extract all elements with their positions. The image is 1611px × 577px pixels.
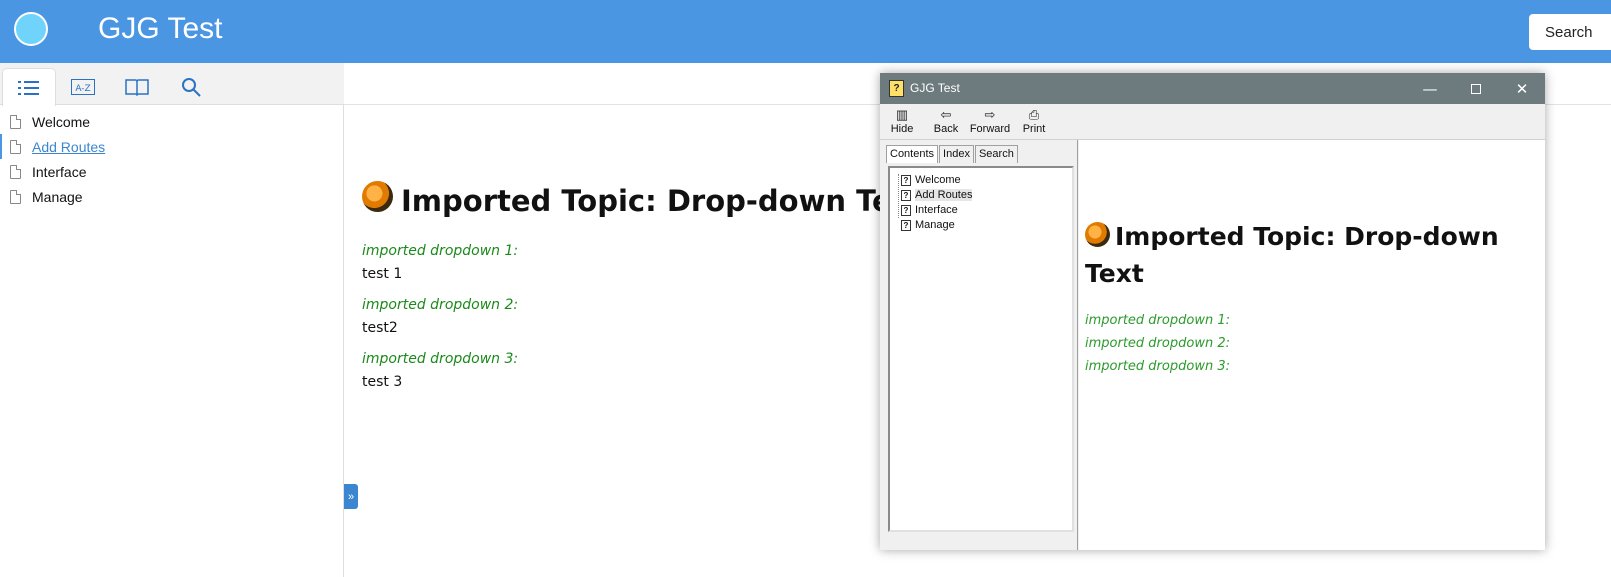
toc-list: Welcome Add Routes Interface Manage (0, 109, 343, 209)
sidebar: A-Z Welcome Add Routes Interface Manage (0, 63, 344, 577)
print-label: Print (1022, 123, 1046, 135)
toc-item-label: Manage (32, 188, 83, 205)
printer-icon: ⎙ (1028, 107, 1040, 122)
close-button[interactable]: ✕ (1499, 73, 1545, 104)
tab-contents[interactable] (2, 68, 56, 106)
hide-button[interactable]: ▥ Hide (880, 107, 924, 135)
flower-icon (1085, 222, 1110, 247)
chm-dropdown-label-3[interactable]: imported dropdown 3: (1085, 359, 1230, 374)
dropdown-label-2[interactable]: imported dropdown 2: (362, 297, 924, 313)
chm-navigation-pane: Contents Index Search ? Welcome ? Add Rout… (880, 140, 1078, 550)
topic-content: Imported Topic: Drop-down Text imported … (362, 180, 925, 390)
flower-icon (362, 180, 393, 212)
help-topic-icon: ? (901, 219, 911, 231)
chm-tree-item-interface[interactable]: ? Interface (890, 203, 1072, 217)
topic-title-text: Imported Topic: Drop-down Text (401, 184, 925, 218)
search-icon (182, 77, 201, 97)
chm-tree-item-manage[interactable]: ? Manage (890, 218, 1072, 232)
svg-text:A-Z: A-Z (75, 84, 90, 94)
sidebar-tabbar: A-Z (0, 63, 344, 106)
toc-item-welcome[interactable]: Welcome (0, 109, 343, 134)
chm-titlebar[interactable]: ? GJG Test — ✕ (880, 73, 1545, 104)
logo-icon (14, 12, 48, 46)
chm-topic-pane: Imported Topic: Drop-down Text imported … (1079, 140, 1545, 550)
dropdown-text-3: test 3 (362, 374, 403, 390)
dropdown-label-3[interactable]: imported dropdown 3: (362, 351, 924, 367)
page-icon (10, 164, 21, 179)
toc-item-interface[interactable]: Interface (0, 159, 343, 184)
toc-item-label: Add Routes (32, 138, 106, 155)
app-title: GJG Test (98, 12, 223, 45)
az-icon: A-Z (71, 78, 95, 95)
chm-tab-search[interactable]: Search (974, 145, 1018, 163)
chm-tab-contents[interactable]: Contents (886, 145, 939, 163)
topic-title: Imported Topic: Drop-down Text (362, 180, 925, 218)
chm-tabs: Contents Index Search (886, 145, 1019, 163)
tab-glossary[interactable] (110, 68, 164, 105)
page-icon (10, 114, 21, 129)
collapse-sidebar-button[interactable]: » (344, 484, 358, 509)
forward-arrow-icon: ⇨ (984, 107, 996, 122)
maximize-icon (1471, 83, 1481, 94)
tree-item-label: Welcome (915, 174, 961, 186)
back-button[interactable]: ⇦ Back (924, 107, 968, 135)
forward-label: Forward (969, 123, 1011, 135)
help-topic-icon: ? (901, 174, 911, 186)
chm-dropdown-label-1[interactable]: imported dropdown 1: (1085, 313, 1230, 328)
minimize-button[interactable]: — (1407, 73, 1453, 104)
chm-topic-title: Imported Topic: Drop-down Text (1085, 218, 1525, 292)
maximize-button[interactable] (1453, 73, 1499, 104)
tree-item-label: Manage (915, 219, 955, 231)
help-topic-icon: ? (901, 189, 911, 201)
chm-contents-tree: ? Welcome ? Add Routes ? Interface ? Manage (888, 166, 1074, 532)
tab-index[interactable]: A-Z (56, 68, 110, 105)
app-header: GJG Test Search (0, 0, 1611, 63)
chm-tab-index[interactable]: Index (939, 145, 974, 163)
chm-tree-item-welcome[interactable]: ? Welcome (890, 173, 1072, 187)
minimize-icon: — (1422, 79, 1438, 98)
search-button[interactable]: Search (1529, 14, 1611, 50)
help-topic-icon: ? (901, 204, 911, 216)
tree-item-label: Add Routes (915, 189, 973, 201)
hide-icon: ▥ (895, 107, 909, 122)
double-chevron-icon: » (347, 490, 355, 503)
tab-search[interactable] (164, 68, 218, 105)
hide-label: Hide (890, 123, 914, 135)
toc-item-label: Interface (32, 163, 87, 180)
chm-dropdown-label-2[interactable]: imported dropdown 2: (1085, 336, 1230, 351)
back-arrow-icon: ⇦ (940, 107, 952, 122)
toc-item-manage[interactable]: Manage (0, 184, 343, 209)
dropdown-label-1[interactable]: imported dropdown 1: (362, 243, 924, 259)
chm-toolbar: ▥ Hide ⇦ Back ⇨ Forward ⎙ Print (880, 104, 1545, 140)
toc-item-label: Welcome (32, 113, 91, 130)
chm-tree-item-add-routes[interactable]: ? Add Routes (890, 188, 1072, 202)
back-label: Back (933, 123, 959, 135)
page-icon (10, 189, 21, 204)
close-icon: ✕ (1515, 79, 1529, 98)
dropdown-text-2: test2 (362, 320, 398, 336)
list-icon (18, 80, 39, 95)
forward-button[interactable]: ⇨ Forward (968, 107, 1012, 135)
help-file-icon: ? (889, 80, 904, 97)
toc-item-add-routes[interactable]: Add Routes (0, 134, 343, 159)
tree-item-label: Interface (915, 204, 958, 216)
page-icon (10, 139, 21, 154)
chm-title: GJG Test (910, 81, 960, 95)
book-icon (125, 78, 149, 96)
print-button[interactable]: ⎙ Print (1012, 107, 1056, 135)
chm-topic-title-text: Imported Topic: Drop-down Text (1085, 222, 1499, 288)
dropdown-text-1: test 1 (362, 266, 403, 282)
chm-window: ? GJG Test — ✕ ▥ Hide ⇦ Back ⇨ Forward ⎙ Pri… (880, 73, 1545, 550)
